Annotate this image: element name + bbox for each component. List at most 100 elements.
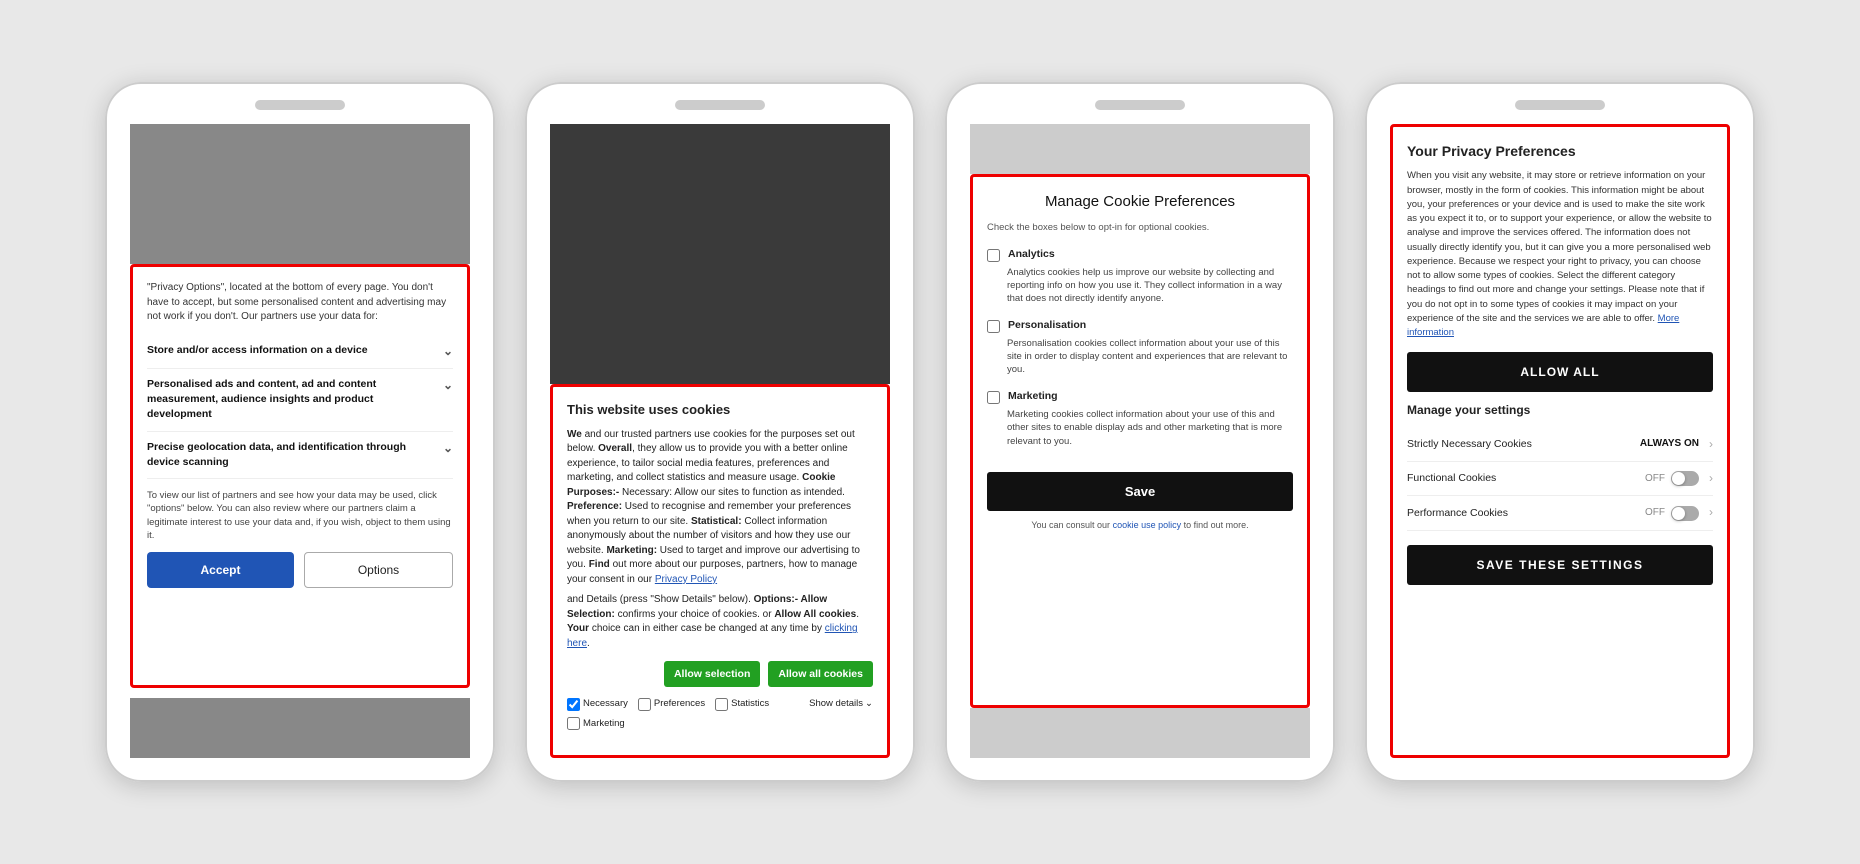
phone1-option2-text: Personalised ads and content, ad and con…: [147, 377, 437, 423]
save-settings-button[interactable]: SAVE THESE SETTINGS: [1407, 545, 1713, 585]
phone-screen-1: "Privacy Options", located at the bottom…: [130, 124, 470, 758]
phone2-body2: and Details (press "Show Details" below)…: [567, 593, 873, 651]
phone1-option3-text: Precise geolocation data, and identifica…: [147, 440, 437, 470]
analytics-label: Analytics: [1008, 247, 1055, 262]
phone4-privacy-dialog: Your Privacy Preferences When you visit …: [1390, 124, 1730, 758]
preferences-label: Preferences: [654, 697, 705, 711]
phone-screen-3: Manage Cookie Preferences Check the boxe…: [970, 124, 1310, 758]
phone-screen-4: Your Privacy Preferences When you visit …: [1390, 124, 1730, 758]
performance-toggle[interactable]: [1671, 506, 1699, 521]
necessary-checkbox[interactable]: [567, 698, 580, 711]
phone2-body1-we: We and our trusted partners use cookies …: [567, 429, 860, 585]
phone1-option1-chevron: ⌄: [443, 343, 453, 360]
consult-text: You can consult our: [1031, 520, 1110, 530]
personalisation-label: Personalisation: [1008, 318, 1086, 333]
phone2-button-row: Allow selection Allow all cookies: [567, 661, 873, 687]
phone2-checkboxes: Necessary Preferences Statistics Show de…: [567, 697, 873, 731]
phone4-performance-row[interactable]: Performance Cookies OFF ›: [1407, 496, 1713, 530]
phone1-content: "Privacy Options", located at the bottom…: [147, 281, 453, 588]
phone1-buttons: Accept Options: [147, 552, 453, 588]
phone1-gray-bottom: [130, 698, 470, 758]
marketing3-label: Marketing: [1008, 389, 1058, 404]
phone2-title: This website uses cookies: [567, 401, 873, 420]
allow-all-cookies-button[interactable]: Allow all cookies: [768, 661, 873, 687]
phone3-gray-top: [970, 124, 1310, 174]
phone-screen-2: This website uses cookies We and our tru…: [550, 124, 890, 758]
personalisation-desc: Personalisation cookies collect informat…: [987, 337, 1293, 377]
personalisation-checkbox[interactable]: [987, 320, 1000, 333]
phone4-title: Your Privacy Preferences: [1407, 141, 1713, 161]
phone1-intro-text: "Privacy Options", located at the bottom…: [147, 281, 453, 325]
statistics-checkbox[interactable]: [715, 698, 728, 711]
functional-off-label: OFF: [1645, 472, 1665, 487]
always-on-badge: ALWAYS ON: [1640, 437, 1699, 452]
phone3-marketing-header: Marketing: [987, 389, 1293, 404]
phone2-check-necessary[interactable]: Necessary: [567, 697, 628, 711]
phone3-title: Manage Cookie Preferences: [987, 191, 1293, 213]
phone-notch-3: [1095, 100, 1185, 110]
phone3-subtitle: Check the boxes below to opt-in for opti…: [987, 221, 1293, 235]
phone1-option2-chevron: ⌄: [443, 377, 453, 394]
phone-1: "Privacy Options", located at the bottom…: [105, 82, 495, 782]
phone3-save-button[interactable]: Save: [987, 472, 1293, 511]
phone4-allow-all-button[interactable]: ALLOW ALL: [1407, 352, 1713, 392]
phone2-cookie-content: This website uses cookies We and our tru…: [567, 401, 873, 731]
phone3-marketing-option: Marketing Marketing cookies collect info…: [987, 389, 1293, 448]
strictly-necessary-value: ALWAYS ON ›: [1640, 436, 1713, 453]
phone-3: Manage Cookie Preferences Check the boxe…: [945, 82, 1335, 782]
phone1-cookie-dialog: "Privacy Options", located at the bottom…: [130, 264, 470, 688]
strictly-necessary-chevron: ›: [1709, 436, 1713, 453]
phone1-option1-row: Store and/or access information on a dev…: [147, 335, 453, 369]
functional-chevron: ›: [1709, 470, 1713, 487]
phone3-gray-bottom: [970, 708, 1310, 758]
phone3-personalisation-option: Personalisation Personalisation cookies …: [987, 318, 1293, 377]
performance-off-label: OFF: [1645, 506, 1665, 521]
functional-cookies-label: Functional Cookies: [1407, 471, 1645, 486]
analytics-checkbox[interactable]: [987, 249, 1000, 262]
marketing3-desc: Marketing cookies collect information ab…: [987, 408, 1293, 448]
necessary-label: Necessary: [583, 697, 628, 711]
phone3-personalisation-header: Personalisation: [987, 318, 1293, 333]
phone2-show-details[interactable]: Show details ⌄: [809, 697, 873, 711]
phone3-cookie-pref-dialog: Manage Cookie Preferences Check the boxe…: [970, 174, 1310, 708]
marketing-checkbox[interactable]: [567, 717, 580, 730]
phone2-dark-top: [550, 124, 890, 384]
phone3-consult: You can consult our cookie use policy to…: [987, 519, 1293, 532]
marketing3-checkbox[interactable]: [987, 391, 1000, 404]
phone4-body-span: When you visit any website, it may store…: [1407, 170, 1712, 324]
cookie-policy-text: cookie use policy: [1113, 520, 1182, 530]
phone2-check-preferences[interactable]: Preferences: [638, 697, 705, 711]
preferences-checkbox[interactable]: [638, 698, 651, 711]
phone4-body-text: When you visit any website, it may store…: [1407, 169, 1713, 340]
phone2-check-marketing[interactable]: Marketing: [567, 717, 625, 731]
phone2-clicking-link[interactable]: clicking here: [567, 623, 858, 649]
analytics-desc: Analytics cookies help us improve our we…: [987, 266, 1293, 306]
phone4-manage-title: Manage your settings: [1407, 402, 1713, 419]
allow-selection-button[interactable]: Allow selection: [664, 661, 760, 687]
accept-button[interactable]: Accept: [147, 552, 294, 588]
phone1-option3-row: Precise geolocation data, and identifica…: [147, 432, 453, 479]
options-button[interactable]: Options: [304, 552, 453, 588]
phone3-analytics-option: Analytics Analytics cookies help us impr…: [987, 247, 1293, 306]
strictly-necessary-label: Strictly Necessary Cookies: [1407, 437, 1640, 452]
phone1-gray-top: [130, 124, 470, 264]
performance-cookies-value: OFF ›: [1645, 504, 1713, 521]
phone3-content: Manage Cookie Preferences Check the boxe…: [987, 191, 1293, 532]
phone3-analytics-header: Analytics: [987, 247, 1293, 262]
phone4-functional-row[interactable]: Functional Cookies OFF ›: [1407, 462, 1713, 496]
phone2-privacy-link[interactable]: Privacy Policy: [655, 574, 717, 585]
phone2-body1: We and our trusted partners use cookies …: [567, 428, 873, 588]
show-details-chevron: ⌄: [865, 697, 873, 711]
phone2-check-statistics[interactable]: Statistics: [715, 697, 769, 711]
performance-cookies-label: Performance Cookies: [1407, 506, 1645, 521]
phone-4: Your Privacy Preferences When you visit …: [1365, 82, 1755, 782]
phone1-option2-row: Personalised ads and content, ad and con…: [147, 369, 453, 432]
phone1-footer-text: To view our list of partners and see how…: [147, 489, 453, 542]
phone-notch-2: [675, 100, 765, 110]
statistics-label: Statistics: [731, 697, 769, 711]
show-details-label: Show details: [809, 697, 863, 711]
functional-toggle[interactable]: [1671, 471, 1699, 486]
marketing-label: Marketing: [583, 717, 625, 731]
cookie-policy-link[interactable]: cookie use policy: [1113, 520, 1182, 530]
phone1-option1-text: Store and/or access information on a dev…: [147, 343, 437, 358]
